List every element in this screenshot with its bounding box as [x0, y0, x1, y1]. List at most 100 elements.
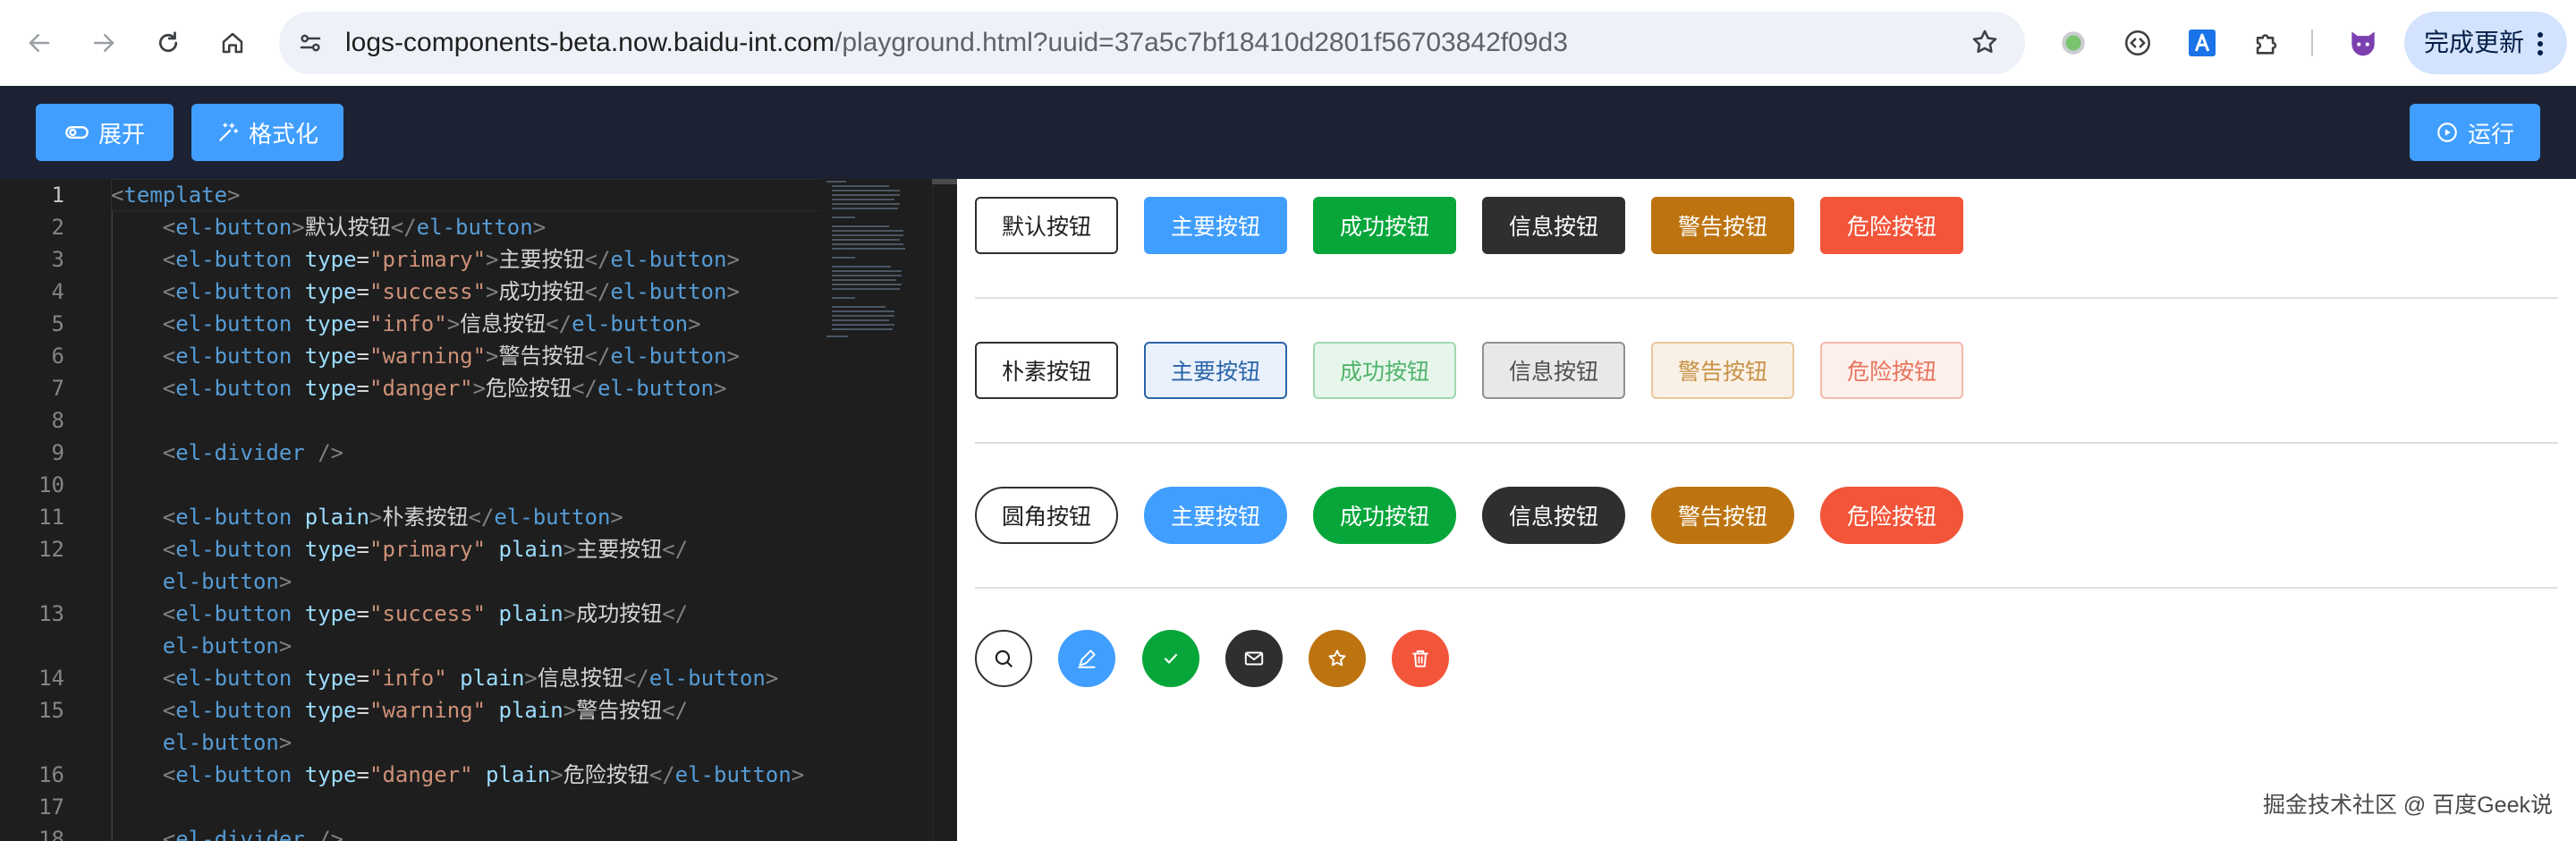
- forward-button[interactable]: [84, 23, 123, 63]
- site-info-button[interactable]: [288, 21, 333, 65]
- profile-button[interactable]: [2343, 23, 2383, 63]
- update-button[interactable]: 完成更新: [2404, 12, 2567, 74]
- url-path: /playground.html?uuid=37a5c7bf18410d2801…: [834, 28, 1568, 57]
- divider-3: [975, 587, 2558, 589]
- plain-primary-button[interactable]: 主要按钮: [1144, 342, 1287, 399]
- round-primary-button[interactable]: 主要按钮: [1144, 487, 1287, 544]
- circle-search-button[interactable]: [975, 630, 1032, 687]
- line-number: 14: [38, 666, 64, 691]
- code-line-4: <el-button type="success">成功按钮</el-butto…: [162, 279, 740, 304]
- plain-success-button[interactable]: 成功按钮: [1313, 342, 1456, 399]
- reload-icon: [158, 31, 178, 53]
- danger-button[interactable]: 危险按钮: [1820, 197, 1963, 254]
- button-label: 警告按钮: [1677, 505, 1767, 530]
- more-vert-icon: [2538, 32, 2543, 55]
- warning-button[interactable]: 警告按钮: [1651, 197, 1794, 254]
- circle-edit-button[interactable]: [1058, 630, 1115, 687]
- code-line-16: <el-button type="danger" plain>危险按钮</el-…: [162, 762, 805, 787]
- plain-warning-button[interactable]: 警告按钮: [1651, 342, 1794, 399]
- playground-toolbar: 展开 格式化 运行: [0, 86, 2576, 179]
- extension-button-2[interactable]: [2118, 23, 2157, 63]
- magic-wand-icon: [219, 123, 239, 141]
- line-number: 11: [38, 505, 64, 530]
- translate-icon: [2189, 30, 2216, 56]
- edit-icon: [1078, 650, 1096, 668]
- run-button[interactable]: 运行: [2410, 104, 2540, 161]
- code-line-6: <el-button type="warning">警告按钮</el-butto…: [162, 344, 740, 369]
- delete-icon: [1412, 650, 1428, 667]
- button-label: 主要按钮: [1170, 505, 1260, 530]
- button-label: 危险按钮: [1846, 505, 1936, 530]
- line-number-gutter: 1 2 3 4 5 6 7 8 9 10 11 12 13 14 15 16 1…: [0, 179, 111, 841]
- play-circle-icon: [2437, 123, 2457, 142]
- plain-danger-button[interactable]: 危险按钮: [1820, 342, 1963, 399]
- round-info-button[interactable]: 信息按钮: [1482, 487, 1625, 544]
- code-line-2: <el-button>默认按钮</el-button>: [162, 215, 547, 240]
- code-line-13: <el-button type="success" plain>成功按钮</: [162, 601, 689, 626]
- button-label: 朴素按钮: [1001, 360, 1091, 385]
- default-button[interactable]: 默认按钮: [975, 197, 1118, 254]
- round-success-button[interactable]: 成功按钮: [1313, 487, 1456, 544]
- extension-button-1[interactable]: [2054, 23, 2093, 63]
- back-button[interactable]: [20, 23, 59, 63]
- format-label: 格式化: [248, 120, 318, 148]
- plain-info-button[interactable]: 信息按钮: [1482, 342, 1625, 399]
- line-number: 9: [51, 440, 64, 465]
- toolbar-separator: [2311, 30, 2313, 56]
- extensions-menu-button[interactable]: [2247, 23, 2286, 63]
- code-line-14: <el-button type="info" plain>信息按钮</el-bu…: [162, 666, 779, 691]
- round-danger-button[interactable]: 危险按钮: [1820, 487, 1963, 544]
- circle-check-button[interactable]: [1142, 630, 1199, 687]
- editor-vertical-scrollbar[interactable]: [932, 179, 957, 841]
- url-text[interactable]: logs-components-beta.now.baidu-int.com/p…: [345, 12, 1568, 74]
- code-line-7: <el-button type="danger">危险按钮</el-button…: [162, 376, 727, 401]
- button-label: 默认按钮: [1001, 215, 1091, 240]
- bookmark-button[interactable]: [1970, 27, 2000, 57]
- line-number: 17: [38, 794, 64, 820]
- back-icon: [29, 34, 50, 52]
- plain-default-button[interactable]: 朴素按钮: [975, 342, 1118, 399]
- code-line-3: <el-button type="primary">主要按钮</el-butto…: [162, 247, 740, 272]
- expand-button[interactable]: 展开: [36, 104, 174, 161]
- info-button[interactable]: 信息按钮: [1482, 197, 1625, 254]
- format-button[interactable]: 格式化: [191, 104, 343, 161]
- line-number: 4: [51, 279, 64, 304]
- line-number: 7: [51, 376, 64, 401]
- code-line-9: <el-divider />: [162, 440, 344, 465]
- primary-button[interactable]: 主要按钮: [1144, 197, 1287, 254]
- code-minimap[interactable]: [823, 179, 939, 358]
- divider-1: [975, 297, 2558, 299]
- success-button[interactable]: 成功按钮: [1313, 197, 1456, 254]
- translate-button[interactable]: [2182, 23, 2222, 63]
- more-button[interactable]: [2537, 31, 2544, 56]
- expand-label: 展开: [97, 120, 145, 148]
- button-label: 信息按钮: [1508, 360, 1598, 385]
- reload-button[interactable]: [148, 23, 188, 63]
- line-number: 15: [38, 698, 64, 723]
- circle-star-button[interactable]: [1309, 630, 1366, 687]
- extensions-puzzle-icon: [2256, 34, 2277, 55]
- line-number: 10: [38, 472, 64, 497]
- home-button[interactable]: [213, 23, 252, 63]
- line-number: 16: [38, 762, 64, 787]
- code-editor[interactable]: 1 2 3 4 5 6 7 8 9 10 11 12 13 14 15 16 1…: [0, 179, 957, 841]
- circle-delete-button[interactable]: [1392, 630, 1449, 687]
- button-label: 主要按钮: [1170, 215, 1260, 240]
- button-label: 成功按钮: [1339, 360, 1429, 385]
- round-warning-button[interactable]: 警告按钮: [1651, 487, 1794, 544]
- update-label: 完成更新: [2424, 29, 2525, 56]
- check-icon: [1164, 653, 1178, 664]
- round-default-button[interactable]: 圆角按钮: [975, 487, 1118, 544]
- address-bar[interactable]: logs-components-beta.now.baidu-int.com/p…: [279, 12, 2025, 74]
- run-label: 运行: [2467, 120, 2514, 148]
- message-icon: [1244, 651, 1264, 666]
- button-label: 警告按钮: [1677, 360, 1767, 385]
- editor-scroll-thumb[interactable]: [932, 179, 957, 184]
- button-label: 成功按钮: [1339, 215, 1429, 240]
- line-number: 1: [51, 183, 64, 208]
- circle-message-button[interactable]: [1225, 630, 1283, 687]
- line-number: 8: [51, 408, 64, 433]
- search-icon: [995, 650, 1013, 667]
- button-label: 信息按钮: [1508, 505, 1598, 530]
- url-host: logs-components-beta.now.baidu-int.com: [345, 28, 835, 57]
